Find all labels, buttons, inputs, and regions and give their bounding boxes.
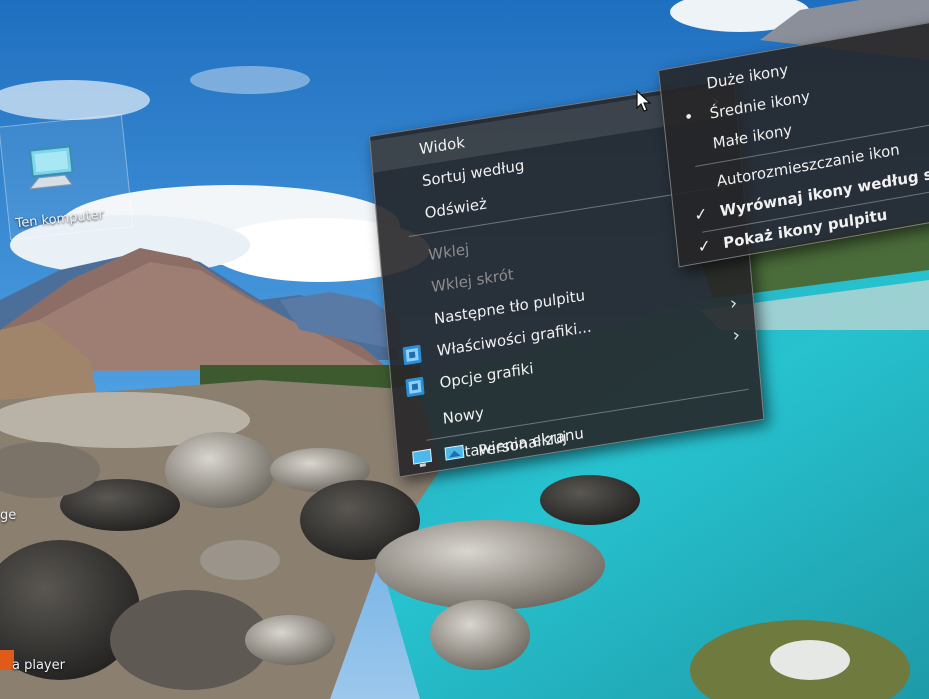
media-player-label: a player	[12, 658, 65, 673]
chevron-right-icon: ›	[729, 292, 739, 315]
checkmark-icon: ✓	[693, 203, 709, 225]
this-pc-desktop-icon[interactable]: Ten komputer	[0, 113, 134, 241]
this-pc-label: Ten komputer	[14, 207, 105, 232]
personalize-icon	[444, 444, 465, 461]
desktop-icon-label-fragment[interactable]: ge	[0, 508, 16, 523]
radio-dot-icon: •	[683, 106, 695, 128]
chevron-right-icon: ›	[731, 324, 741, 347]
edge-fragment-label: ge	[0, 508, 17, 523]
computer-icon	[28, 145, 74, 190]
menu-item-label: Nowy	[442, 403, 485, 428]
checkmark-icon: ✓	[696, 235, 712, 257]
graphics-icon	[405, 376, 425, 398]
graphics-icon	[402, 344, 422, 366]
mouse-cursor-icon	[636, 90, 652, 112]
